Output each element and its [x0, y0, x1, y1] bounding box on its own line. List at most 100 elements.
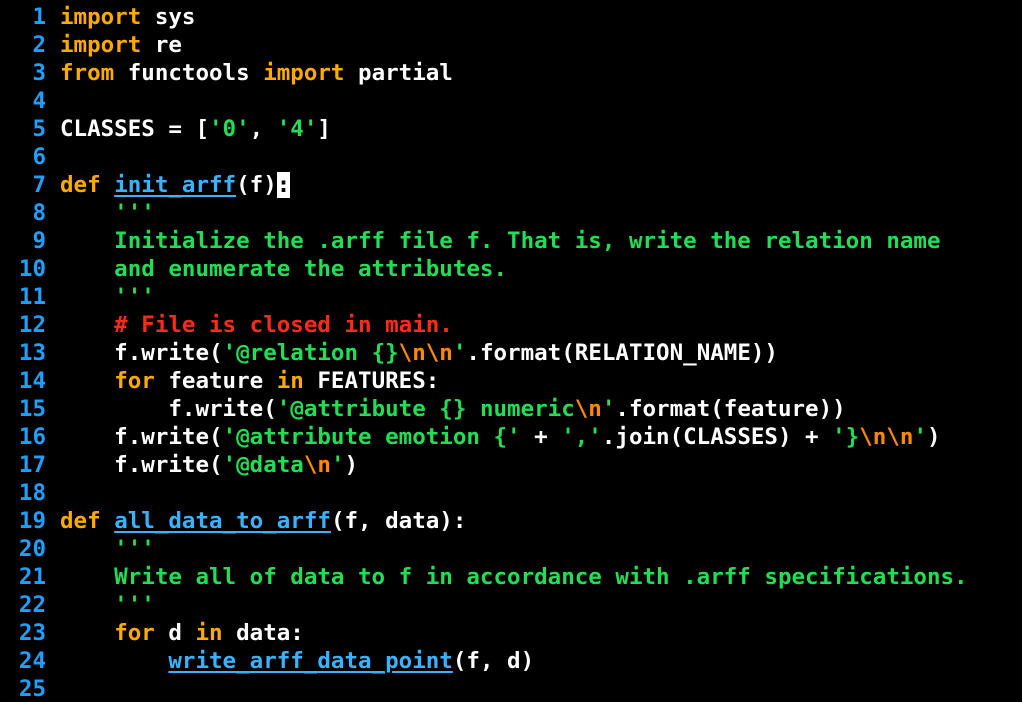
line-number: 17 — [18, 452, 46, 478]
code-token: (f, data): — [330, 508, 467, 534]
line-number: 1 — [32, 4, 46, 30]
code-text[interactable]: for feature in FEATURES: — [60, 367, 439, 395]
code-text[interactable]: ''' — [60, 591, 155, 619]
code-line[interactable]: 17 f.write('@data\n') — [0, 451, 1022, 479]
text-cursor[interactable]: : — [276, 172, 291, 198]
line-number: 6 — [32, 144, 46, 170]
function-call-token: write_arff_data_point — [168, 648, 453, 674]
code-text[interactable]: f.write('@attribute emotion {' + ','.joi… — [60, 423, 941, 451]
string-token: ' — [913, 424, 927, 450]
string-token: ' — [601, 396, 616, 422]
function-name-token: all_data_to_arff — [114, 508, 331, 534]
code-text[interactable]: and enumerate the attributes. — [60, 255, 507, 283]
code-token: .format(RELATION_NAME)) — [466, 340, 778, 366]
code-text[interactable]: f.write('@data\n') — [60, 451, 358, 479]
code-line[interactable]: 16 f.write('@attribute emotion {' + ','.… — [0, 423, 1022, 451]
string-token: ',' — [561, 424, 602, 450]
line-number: 3 — [32, 60, 46, 86]
line-number: 9 — [32, 228, 46, 254]
code-token: + — [520, 424, 562, 450]
code-token: FEATURES: — [303, 368, 440, 394]
code-text[interactable]: for d in data: — [60, 619, 304, 647]
code-line[interactable]: 1 import sys — [0, 3, 1022, 31]
code-line[interactable]: 21 Write all of data to f in accordance … — [0, 563, 1022, 591]
code-line[interactable]: 25 — [0, 675, 1022, 702]
escape-sequence-token: \n — [303, 452, 331, 478]
line-number: 19 — [18, 508, 46, 534]
code-text[interactable]: f.write('@relation {}\n\n'.format(RELATI… — [60, 339, 778, 367]
code-token: feature — [154, 368, 277, 394]
code-line[interactable]: 5 CLASSES = ['0', '4'] — [0, 115, 1022, 143]
code-token: functools — [114, 60, 264, 86]
code-text[interactable]: def all_data_to_arff(f, data): — [60, 507, 466, 535]
line-number: 18 — [18, 480, 46, 506]
line-number: 25 — [18, 676, 46, 702]
code-text[interactable]: ''' — [60, 199, 155, 227]
code-line[interactable]: 19 def all_data_to_arff(f, data): — [0, 507, 1022, 535]
code-token: .format(feature)) — [615, 396, 846, 422]
code-line[interactable]: 2 import re — [0, 31, 1022, 59]
line-number: 4 — [32, 88, 46, 114]
code-line[interactable]: 22 ''' — [0, 591, 1022, 619]
code-line[interactable]: 23 for d in data: — [0, 619, 1022, 647]
code-line[interactable]: 18 — [0, 479, 1022, 507]
string-token: '@attribute {} numeric — [276, 396, 575, 422]
escape-sequence-token: \n\n — [859, 424, 914, 450]
code-token: f.write( — [60, 424, 223, 450]
line-number: 5 — [32, 116, 46, 142]
line-number: 8 — [32, 200, 46, 226]
code-line[interactable]: 10 and enumerate the attributes. — [0, 255, 1022, 283]
code-line[interactable]: 6 — [0, 143, 1022, 171]
code-text[interactable]: import sys — [60, 3, 195, 31]
string-token: ''' — [60, 536, 155, 562]
code-line[interactable]: 12 # File is closed in main. — [0, 311, 1022, 339]
code-line[interactable]: 15 f.write('@attribute {} numeric\n'.for… — [0, 395, 1022, 423]
string-token: '0' — [209, 116, 250, 142]
string-token: ''' — [60, 592, 155, 618]
code-text[interactable]: from functools import partial — [60, 59, 453, 87]
line-number: 2 — [32, 32, 46, 58]
line-number: 15 — [18, 396, 46, 422]
code-line[interactable]: 24 write_arff_data_point(f, d) — [0, 647, 1022, 675]
code-token: ] — [317, 116, 331, 142]
code-text[interactable]: CLASSES = ['0', '4'] — [60, 115, 331, 143]
code-text[interactable]: ''' — [60, 283, 155, 311]
code-token: sys — [141, 4, 196, 30]
code-text[interactable]: def init_arff(f): — [60, 171, 291, 199]
code-text[interactable]: write_arff_data_point(f, d) — [60, 647, 534, 675]
code-editor[interactable]: 1 import sys 2 import re 3 from functools imp… — [0, 0, 1022, 702]
code-token: f.write( — [60, 396, 277, 422]
code-line[interactable]: 8 ''' — [0, 199, 1022, 227]
code-text[interactable]: Initialize the .arff file f. That is, wr… — [60, 227, 941, 255]
code-text[interactable]: ''' — [60, 535, 155, 563]
line-number: 7 — [32, 172, 46, 198]
code-line[interactable]: 13 f.write('@relation {}\n\n'.format(REL… — [0, 339, 1022, 367]
string-token: Initialize the .arff file f. That is, wr… — [60, 228, 941, 254]
code-line[interactable]: 4 — [0, 87, 1022, 115]
code-line[interactable]: 11 ''' — [0, 283, 1022, 311]
line-number: 12 — [18, 312, 46, 338]
code-line[interactable]: 14 for feature in FEATURES: — [0, 367, 1022, 395]
code-line[interactable]: 9 Initialize the .arff file f. That is, … — [0, 227, 1022, 255]
code-token: data: — [222, 620, 304, 646]
code-text[interactable]: f.write('@attribute {} numeric\n'.format… — [60, 395, 846, 423]
code-text[interactable]: # File is closed in main. — [60, 311, 453, 339]
string-token: '@data — [222, 452, 304, 478]
code-line[interactable]: 7 def init_arff(f): — [0, 171, 1022, 199]
string-token: '4' — [276, 116, 318, 142]
keyword-token: import — [263, 60, 345, 86]
code-line[interactable]: 20 ''' — [0, 535, 1022, 563]
code-token: CLASSES = [ — [60, 116, 210, 142]
line-number: 21 — [18, 564, 46, 590]
code-token: f.write( — [60, 340, 223, 366]
code-text[interactable]: import re — [60, 31, 182, 59]
code-token: ) — [926, 424, 941, 450]
code-text[interactable]: Write all of data to f in accordance wit… — [60, 563, 967, 591]
code-line[interactable]: 3 from functools import partial — [0, 59, 1022, 87]
escape-sequence-token: \n — [574, 396, 602, 422]
keyword-token: in — [195, 620, 223, 646]
